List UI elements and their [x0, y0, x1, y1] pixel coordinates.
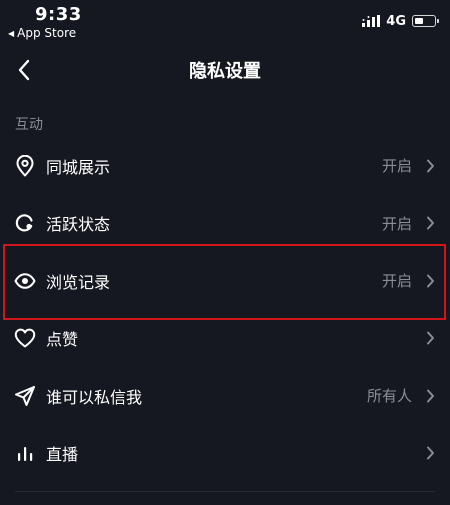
send-icon	[14, 385, 36, 407]
chevron-right-icon	[424, 158, 436, 174]
heart-icon	[14, 327, 36, 349]
chevron-right-icon	[424, 445, 436, 461]
row-value: 开启	[381, 272, 412, 291]
network-type: 4G	[386, 13, 406, 29]
divider	[15, 491, 435, 492]
location-pin-icon	[14, 154, 36, 177]
settings-list: 同城展示 开启 活跃状态 开启 浏览记录 开启 点赞 谁可以私信我 所有人 直播	[0, 137, 450, 482]
row-value: 开启	[381, 214, 412, 233]
back-to-app-store[interactable]: ◀ App Store	[8, 26, 76, 40]
row-label: 活跃状态	[46, 215, 111, 235]
status-indicators: 4G	[362, 13, 439, 29]
live-bars-icon	[14, 442, 36, 464]
row-location-display[interactable]: 同城展示 开启	[0, 137, 450, 195]
signal-icon	[362, 15, 381, 27]
status-time: 9:33	[35, 4, 82, 25]
section-header: 互动	[15, 117, 43, 133]
status-bar: 9:33 ◀ App Store 4G	[0, 0, 450, 44]
row-label: 同城展示	[46, 157, 111, 177]
chevron-right-icon	[424, 330, 436, 346]
page-title: 隐私设置	[189, 61, 261, 82]
battery-icon	[412, 15, 439, 27]
row-live[interactable]: 直播	[0, 425, 450, 483]
back-app-label: App Store	[17, 26, 77, 40]
active-status-icon	[14, 212, 36, 234]
chevron-right-icon	[424, 273, 436, 289]
chevron-right-icon	[424, 215, 436, 231]
eye-icon	[14, 270, 36, 292]
row-active-status[interactable]: 活跃状态 开启	[0, 195, 450, 253]
chevron-right-icon	[424, 388, 436, 404]
battery-level	[414, 17, 423, 24]
row-likes[interactable]: 点赞	[0, 310, 450, 368]
row-label: 点赞	[46, 330, 79, 350]
row-browse-history[interactable]: 浏览记录 开启	[0, 252, 450, 310]
row-value: 所有人	[366, 387, 412, 406]
row-label: 直播	[46, 445, 79, 465]
row-label: 谁可以私信我	[46, 387, 143, 407]
back-triangle-icon: ◀	[8, 29, 15, 38]
row-direct-message[interactable]: 谁可以私信我 所有人	[0, 367, 450, 425]
nav-bar: 隐私设置	[0, 46, 450, 94]
row-label: 浏览记录	[46, 272, 111, 292]
row-value: 开启	[381, 157, 412, 176]
